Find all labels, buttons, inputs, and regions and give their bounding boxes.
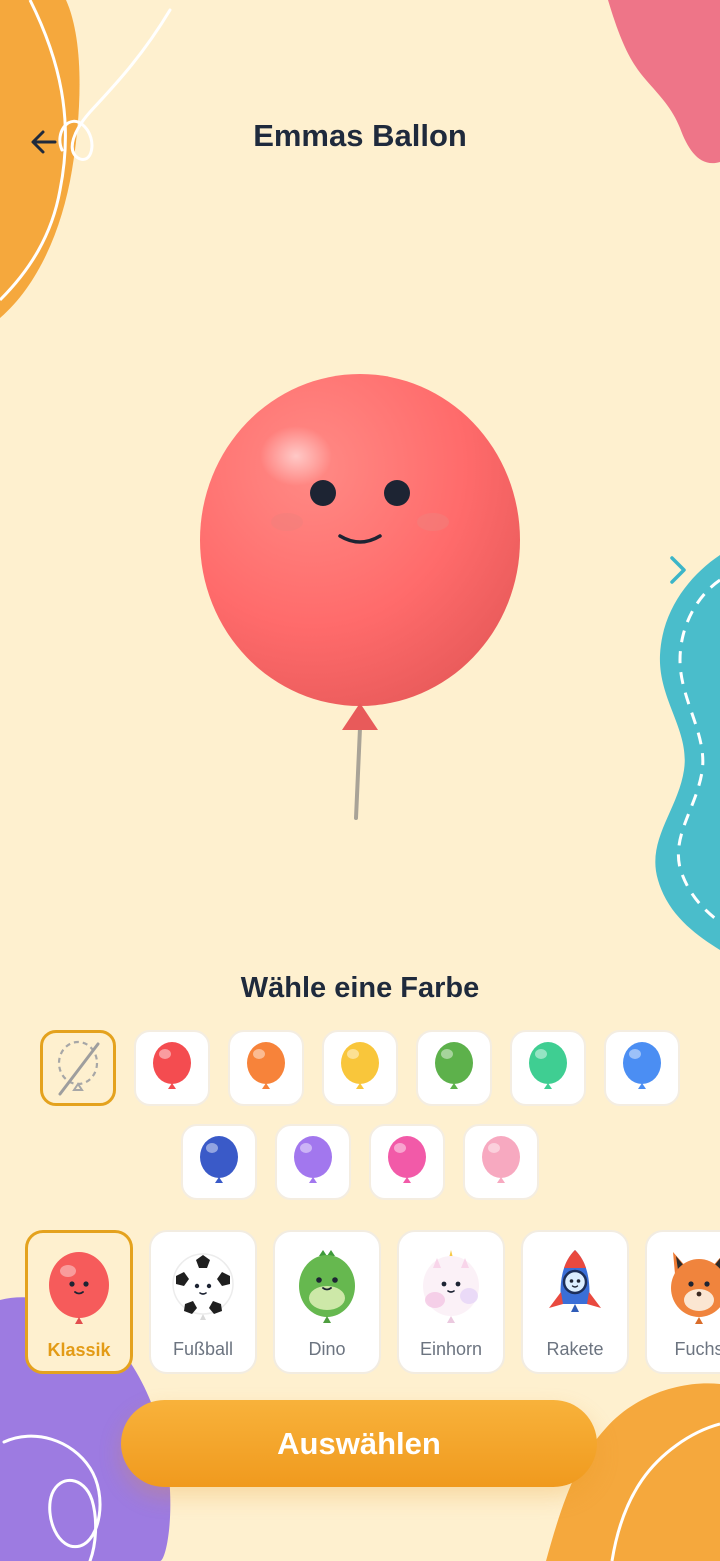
style-card-rocket[interactable]: Rakete: [521, 1230, 629, 1374]
balloon-swatch-icon: [482, 1136, 520, 1183]
balloon-swatch-icon: [623, 1042, 661, 1089]
confirm-button[interactable]: Auswählen: [121, 1400, 597, 1487]
color-section-title: Wähle eine Farbe: [240, 972, 480, 1004]
color-swatch-green[interactable]: [416, 1030, 492, 1106]
style-card-label: Rakete: [546, 1339, 604, 1359]
style-card-label: Fuchs: [674, 1339, 720, 1359]
balloon-swatch-icon: [435, 1042, 473, 1089]
orange-blob-top-left: [0, 0, 172, 318]
soccer-ball-icon: [172, 1253, 234, 1320]
dino-icon: [299, 1250, 355, 1323]
balloon-swatch-icon: [529, 1042, 567, 1089]
balloon-swatch-icon: [294, 1136, 332, 1183]
color-swatch-yellow[interactable]: [322, 1030, 398, 1106]
style-card-soccer-ball[interactable]: Fußball: [149, 1230, 257, 1374]
next-style-button[interactable]: [660, 548, 700, 592]
color-swatch-teal[interactable]: [510, 1030, 586, 1106]
color-swatch-red[interactable]: [134, 1030, 210, 1106]
no-balloon-icon: [57, 1040, 100, 1096]
balloon-swatch-icon: [341, 1042, 379, 1089]
classic-balloon-icon: [49, 1252, 109, 1324]
style-card-label: Einhorn: [419, 1339, 483, 1359]
color-swatch-navy[interactable]: [181, 1124, 257, 1200]
color-swatch-orange[interactable]: [228, 1030, 304, 1106]
rocket-icon: [549, 1250, 601, 1312]
style-card-label: Fußball: [172, 1339, 234, 1359]
color-swatch-light-pink[interactable]: [463, 1124, 539, 1200]
style-card-label: Dino: [308, 1339, 346, 1359]
color-swatch-blue[interactable]: [604, 1030, 680, 1106]
balloon-swatch-icon: [388, 1136, 426, 1183]
color-swatch-purple[interactable]: [275, 1124, 351, 1200]
style-card-fox[interactable]: Fuchs: [645, 1230, 720, 1374]
fox-icon: [671, 1252, 720, 1324]
unicorn-icon: [423, 1250, 479, 1323]
balloon-picker-screen: Emmas Ballon Wähle eine Farbe Klassik Fu…: [0, 0, 720, 1561]
teal-blob-right: [655, 555, 720, 950]
chevron-right-icon: [670, 556, 686, 584]
balloon-swatch-icon: [153, 1042, 191, 1089]
style-card-label: Klassik: [47, 1340, 111, 1360]
style-card-unicorn[interactable]: Einhorn: [397, 1230, 505, 1374]
balloon-swatch-icon: [200, 1136, 238, 1183]
color-swatch-pink[interactable]: [369, 1124, 445, 1200]
style-card-classic-balloon[interactable]: Klassik: [25, 1230, 133, 1374]
balloon-swatch-icon: [247, 1042, 285, 1089]
balloon-preview: [200, 374, 520, 820]
color-swatch-none[interactable]: [40, 1030, 116, 1106]
style-card-dino[interactable]: Dino: [273, 1230, 381, 1374]
page-title: Emmas Ballon: [253, 118, 467, 153]
